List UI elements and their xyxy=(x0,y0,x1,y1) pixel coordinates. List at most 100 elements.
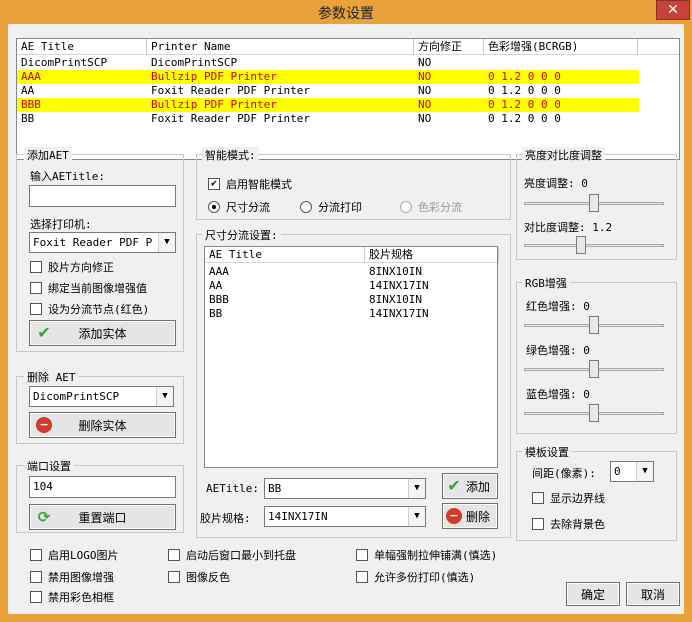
printer-select[interactable]: Foxit Reader PDF P ▼ xyxy=(29,232,176,253)
red-label: 红色增强: 0 xyxy=(526,300,590,313)
delete-entity-button[interactable]: − 删除实体 xyxy=(29,412,176,438)
force-stretch-checkbox[interactable]: 单幅强制拉伸铺满(慎选) xyxy=(356,547,497,563)
remove-bg-label: 去除背景色 xyxy=(550,518,605,531)
checkbox-box[interactable] xyxy=(30,282,42,294)
contrast-slider[interactable] xyxy=(524,236,664,256)
table-cell-ae: AAA xyxy=(21,70,41,83)
chevron-down-icon[interactable]: ▼ xyxy=(158,233,175,252)
invert-image-checkbox[interactable]: 图像反色 xyxy=(168,569,230,585)
table-cell-size: 14INX17IN xyxy=(369,307,429,320)
blue-slider[interactable] xyxy=(524,404,664,424)
add-entity-label: 添加实体 xyxy=(78,326,127,341)
close-button[interactable]: ✕ xyxy=(656,0,690,20)
enable-logo-label: 启用LOGO图片 xyxy=(48,549,119,562)
radio-split-print[interactable]: 分流打印 xyxy=(300,199,362,215)
film-size-select[interactable]: 14INX17IN ▼ xyxy=(264,506,426,527)
remove-bg-checkbox[interactable]: 去除背景色 xyxy=(532,516,605,532)
col-film-size[interactable]: 胶片规格 xyxy=(365,247,499,263)
radio-color-split: 色彩分流 xyxy=(400,199,462,215)
table-cell-ae: AA xyxy=(21,84,35,97)
table-row[interactable]: DicomPrintSCP DicomPrintSCP NO xyxy=(17,56,679,70)
col-printer-name[interactable]: Printer Name xyxy=(147,39,414,55)
col-color-enhance[interactable]: 色彩增强(BCRGB) xyxy=(484,39,638,55)
enable-logo-checkbox[interactable]: 启用LOGO图片 xyxy=(30,547,119,563)
aetitle-input[interactable] xyxy=(29,185,176,207)
ae-title-select[interactable]: BB ▼ xyxy=(264,478,426,499)
checkbox-box[interactable]: ✔ xyxy=(208,178,220,190)
delete-aet-select-value: DicomPrintSCP xyxy=(33,390,120,403)
slider-thumb[interactable] xyxy=(589,316,599,334)
size-split-table[interactable]: AE Title 胶片规格 AAA 8INX10IN AA 14INX17IN BBB 8… xyxy=(204,246,499,468)
slider-thumb[interactable] xyxy=(589,360,599,378)
slider-track xyxy=(524,244,664,247)
film-orient-label: 胶片方向修正 xyxy=(48,261,114,274)
reset-port-button[interactable]: ⟳ 重置端口 xyxy=(29,504,176,530)
printer-select-label: 选择打印机: xyxy=(30,218,92,231)
minimize-tray-label: 启动后窗口最小到托盘 xyxy=(186,549,296,562)
green-slider[interactable] xyxy=(524,360,664,380)
checkbox-box[interactable] xyxy=(30,261,42,273)
table-cell-ae: AA xyxy=(209,279,223,292)
checkbox-box[interactable] xyxy=(532,518,544,530)
checkbox-box[interactable] xyxy=(30,591,42,603)
red-slider[interactable] xyxy=(524,316,664,336)
table-cell-ae: AAA xyxy=(209,265,229,278)
show-border-label: 显示边界线 xyxy=(550,492,605,505)
split-node-checkbox[interactable]: 设为分流节点(红色) xyxy=(30,301,149,317)
table-row[interactable]: AA 14INX17IN xyxy=(205,279,497,293)
checkbox-box[interactable] xyxy=(30,571,42,583)
checkbox-box[interactable] xyxy=(532,492,544,504)
slider-thumb[interactable] xyxy=(589,194,599,212)
bind-enhance-checkbox[interactable]: 绑定当前图像增强值 xyxy=(30,280,147,296)
table-row[interactable]: BB Foxit Reader PDF Printer NO 0 1.2 0 0 0 xyxy=(17,112,679,126)
radio-size-split[interactable]: 尺寸分流 xyxy=(208,199,270,215)
ae-table[interactable]: AE Title Printer Name 方向修正 色彩增强(BCRGB) D… xyxy=(16,38,680,160)
checkbox-box[interactable] xyxy=(356,571,368,583)
col-orientation[interactable]: 方向修正 xyxy=(414,39,484,55)
check-icon: ✔ xyxy=(447,476,461,495)
checkbox-box[interactable] xyxy=(30,303,42,315)
ok-button[interactable]: 确定 xyxy=(566,582,620,606)
table-cell-orient: NO xyxy=(418,98,432,111)
port-input[interactable]: 104 xyxy=(29,476,176,498)
chevron-down-icon[interactable]: ▼ xyxy=(636,462,653,481)
checkbox-box[interactable] xyxy=(168,549,180,561)
brightness-slider[interactable] xyxy=(524,194,664,214)
delete-aet-select[interactable]: DicomPrintSCP ▼ xyxy=(29,386,174,407)
col-ae-title[interactable]: AE Title xyxy=(205,247,365,263)
table-row[interactable]: BBB 8INX10IN xyxy=(205,293,497,307)
table-row[interactable]: BB 14INX17IN xyxy=(205,307,497,321)
radio-dot[interactable] xyxy=(300,201,312,213)
enable-smart-checkbox[interactable]: ✔ 启用智能模式 xyxy=(208,176,292,192)
table-row[interactable]: AAA Bullzip PDF Printer NO 0 1.2 0 0 0 xyxy=(17,70,639,84)
table-cell-printer: DicomPrintSCP xyxy=(151,56,238,69)
film-orient-checkbox[interactable]: 胶片方向修正 xyxy=(30,259,114,275)
spacing-select[interactable]: 0 ▼ xyxy=(610,461,654,482)
minimize-tray-checkbox[interactable]: 启动后窗口最小到托盘 xyxy=(168,547,296,563)
radio-dot[interactable] xyxy=(208,201,220,213)
table-row[interactable]: AAA 8INX10IN xyxy=(205,265,497,279)
cancel-button[interactable]: 取消 xyxy=(626,582,680,606)
table-cell-orient: NO xyxy=(418,70,432,83)
size-add-button[interactable]: ✔ 添加 xyxy=(442,473,498,499)
table-row[interactable]: AA Foxit Reader PDF Printer NO 0 1.2 0 0 0 xyxy=(17,84,679,98)
checkbox-box[interactable] xyxy=(168,571,180,583)
multi-print-checkbox[interactable]: 允许多份打印(慎选) xyxy=(356,569,475,585)
chevron-down-icon[interactable]: ▼ xyxy=(408,479,425,498)
col-ae-title[interactable]: AE Title xyxy=(17,39,147,55)
chevron-down-icon[interactable]: ▼ xyxy=(156,387,173,406)
aetitle-input-label: 输入AETitle: xyxy=(30,170,105,183)
disable-color-frame-checkbox[interactable]: 禁用彩色相框 xyxy=(30,589,114,605)
checkbox-box[interactable] xyxy=(356,549,368,561)
split-node-label: 设为分流节点(红色) xyxy=(48,303,150,316)
size-delete-button[interactable]: − 删除 xyxy=(442,503,498,529)
table-row[interactable]: BBB Bullzip PDF Printer NO 0 1.2 0 0 0 xyxy=(17,98,639,112)
show-border-checkbox[interactable]: 显示边界线 xyxy=(532,490,605,506)
slider-thumb[interactable] xyxy=(589,404,599,422)
disable-enhance-checkbox[interactable]: 禁用图像增强 xyxy=(30,569,114,585)
chevron-down-icon[interactable]: ▼ xyxy=(408,507,425,526)
checkbox-box[interactable] xyxy=(30,549,42,561)
table-cell-ae: BB xyxy=(21,112,35,125)
slider-thumb[interactable] xyxy=(576,236,586,254)
add-entity-button[interactable]: ✔ 添加实体 xyxy=(29,320,176,346)
